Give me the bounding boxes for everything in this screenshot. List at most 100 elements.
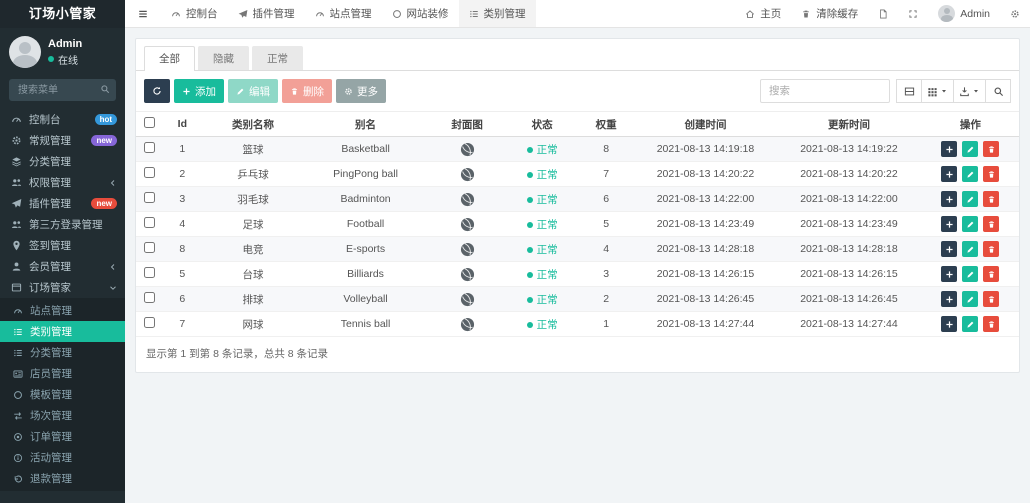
- circle-dot-icon: [13, 432, 23, 442]
- row-checkbox[interactable]: [144, 267, 155, 278]
- pencil-icon: [966, 270, 975, 279]
- badminton-icon: [460, 192, 475, 207]
- tab-all[interactable]: 全部: [144, 46, 195, 71]
- row-edit-button[interactable]: [962, 216, 978, 232]
- row-delete-button[interactable]: [983, 216, 999, 232]
- row-checkbox[interactable]: [144, 142, 155, 153]
- nav-tab-console[interactable]: 控制台: [161, 0, 228, 27]
- row-add-button[interactable]: [941, 316, 957, 332]
- row-add-button[interactable]: [941, 191, 957, 207]
- sidebar-item-booking[interactable]: 订场管家: [0, 277, 125, 298]
- sidebar-item-signin[interactable]: 签到管理: [0, 235, 125, 256]
- gear-icon: [1010, 9, 1020, 19]
- select-all-header[interactable]: [136, 112, 162, 137]
- row-edit-button[interactable]: [962, 266, 978, 282]
- sidebar-item-member[interactable]: 会员管理: [0, 256, 125, 277]
- tab-hidden[interactable]: 隐藏: [198, 46, 249, 70]
- col-created[interactable]: 创建时间: [635, 112, 776, 137]
- card-view-icon: [904, 86, 915, 97]
- plus-icon: [945, 270, 954, 279]
- row-edit-button[interactable]: [962, 141, 978, 157]
- tab-normal[interactable]: 正常: [252, 46, 303, 70]
- row-delete-button[interactable]: [983, 191, 999, 207]
- columns-button[interactable]: [921, 79, 954, 103]
- user-menu[interactable]: Admin: [928, 0, 1000, 27]
- row-checkbox[interactable]: [144, 192, 155, 203]
- app-title: 订场小管家: [0, 0, 125, 28]
- row-checkbox[interactable]: [144, 292, 155, 303]
- nav-tab-addon[interactable]: 插件管理: [228, 0, 305, 27]
- more-button[interactable]: 更多: [336, 79, 386, 103]
- document-button[interactable]: [868, 0, 898, 27]
- sidebar-item-console[interactable]: 控制台 hot: [0, 109, 125, 130]
- row-delete-button[interactable]: [983, 291, 999, 307]
- sidebar-item-category[interactable]: 分类管理: [0, 151, 125, 172]
- id-card-icon: [13, 369, 23, 379]
- row-delete-button[interactable]: [983, 266, 999, 282]
- table-row: 8 电竞 E-sports 正常 4 2021-08-13 14:28:18 2…: [136, 237, 1019, 262]
- export-button[interactable]: [953, 79, 986, 103]
- row-edit-button[interactable]: [962, 291, 978, 307]
- row-edit-button[interactable]: [962, 166, 978, 182]
- sidebar-subitem-site[interactable]: 站点管理: [0, 300, 125, 321]
- sidebar-subitem-clerk[interactable]: 店员管理: [0, 363, 125, 384]
- row-add-button[interactable]: [941, 216, 957, 232]
- row-add-button[interactable]: [941, 141, 957, 157]
- settings-button[interactable]: [1000, 0, 1030, 27]
- row-edit-button[interactable]: [962, 316, 978, 332]
- table-search-input[interactable]: [760, 79, 890, 103]
- sidebar-item-auth[interactable]: 权限管理: [0, 172, 125, 193]
- nav-tab-site[interactable]: 站点管理: [305, 0, 382, 27]
- table-header-row: Id 类别名称 别名 封面图 状态 权重 创建时间 更新时间 操作: [136, 112, 1019, 137]
- row-add-button[interactable]: [941, 166, 957, 182]
- sidebar-item-third-login[interactable]: 第三方登录管理: [0, 214, 125, 235]
- col-cover[interactable]: 封面图: [427, 112, 506, 137]
- sidebar-subitem-session[interactable]: 场次管理: [0, 405, 125, 426]
- sidebar: 订场小管家 Admin 在线 控制台 hot 常规管理: [0, 0, 125, 503]
- row-checkbox[interactable]: [144, 217, 155, 228]
- nav-tab-decorate[interactable]: 网站装修: [382, 0, 459, 27]
- pencil-icon: [966, 145, 975, 154]
- sidebar-subitem-activity[interactable]: 活动管理: [0, 447, 125, 468]
- sidebar-subitem-classify[interactable]: 分类管理: [0, 342, 125, 363]
- col-id[interactable]: Id: [162, 112, 202, 137]
- col-alias[interactable]: 别名: [304, 112, 428, 137]
- row-checkbox[interactable]: [144, 167, 155, 178]
- football-icon: [460, 217, 475, 232]
- sidebar-subitem-refund[interactable]: 退款管理: [0, 468, 125, 489]
- row-checkbox[interactable]: [144, 242, 155, 253]
- trash-icon: [801, 9, 811, 19]
- search-submit-button[interactable]: [985, 79, 1011, 103]
- col-weight[interactable]: 权重: [577, 112, 634, 137]
- row-edit-button[interactable]: [962, 191, 978, 207]
- edit-button[interactable]: 编辑: [228, 79, 278, 103]
- row-delete-button[interactable]: [983, 166, 999, 182]
- sidebar-subitem-template[interactable]: 模板管理: [0, 384, 125, 405]
- refresh-button[interactable]: [144, 79, 170, 103]
- delete-button[interactable]: 删除: [282, 79, 332, 103]
- nav-tab-type[interactable]: 类别管理: [459, 0, 536, 27]
- row-edit-button[interactable]: [962, 241, 978, 257]
- row-add-button[interactable]: [941, 291, 957, 307]
- col-status[interactable]: 状态: [507, 112, 578, 137]
- toggle-view-button[interactable]: [896, 79, 922, 103]
- sidebar-item-addon[interactable]: 插件管理 new: [0, 193, 125, 214]
- select-all-checkbox[interactable]: [144, 117, 155, 128]
- sidebar-item-general[interactable]: 常规管理 new: [0, 130, 125, 151]
- row-add-button[interactable]: [941, 266, 957, 282]
- row-checkbox[interactable]: [144, 317, 155, 328]
- row-delete-button[interactable]: [983, 141, 999, 157]
- home-button[interactable]: 主页: [735, 0, 791, 27]
- fullscreen-button[interactable]: [898, 0, 928, 27]
- row-delete-button[interactable]: [983, 316, 999, 332]
- row-delete-button[interactable]: [983, 241, 999, 257]
- add-button[interactable]: 添加: [174, 79, 224, 103]
- clear-cache-button[interactable]: 清除缓存: [791, 0, 868, 27]
- col-name[interactable]: 类别名称: [202, 112, 304, 137]
- sidebar-subitem-type[interactable]: 类别管理: [0, 321, 125, 342]
- col-updated[interactable]: 更新时间: [776, 112, 922, 137]
- sidebar-subitem-order[interactable]: 订单管理: [0, 426, 125, 447]
- sidebar-toggle-button[interactable]: [125, 0, 161, 27]
- list-icon: [13, 327, 23, 337]
- row-add-button[interactable]: [941, 241, 957, 257]
